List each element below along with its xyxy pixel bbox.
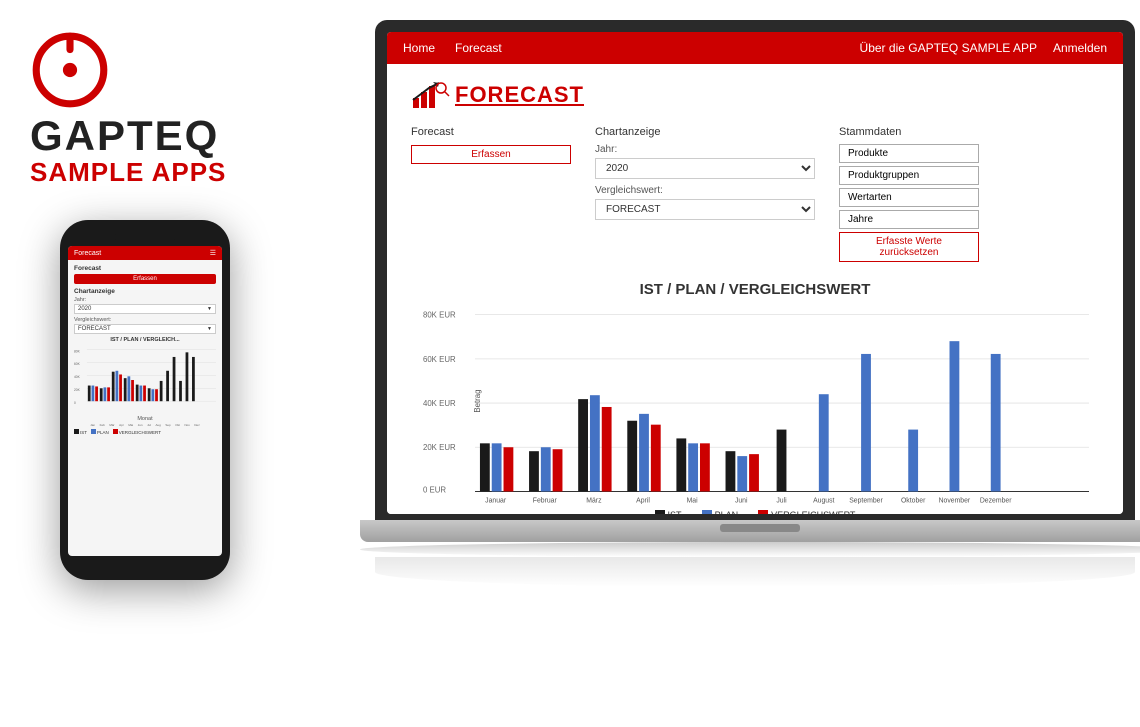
phone-menu-icon: ☰ [210, 249, 216, 257]
app-logo-row: FORECAST [411, 80, 1099, 110]
svg-text:20K EUR: 20K EUR [423, 443, 456, 452]
legend-ist: IST [655, 510, 682, 514]
phone-legend: IST PLAN VERGLEICHSWERT [74, 429, 216, 435]
svg-text:60K: 60K [74, 362, 81, 366]
chart-legend: IST PLAN VERGLEICHSWERT [411, 510, 1099, 514]
phone-forecast-label: Forecast [74, 265, 216, 272]
svg-text:Betrag: Betrag [473, 390, 482, 413]
forecast-section-label: Forecast [411, 126, 571, 138]
plan-color-box [702, 510, 712, 514]
phone-nav-title: Forecast [74, 250, 101, 257]
svg-text:0: 0 [74, 401, 76, 405]
main-chart-svg: 80K EUR 60K EUR 40K EUR 20K EUR 0 EUR Be… [421, 306, 1089, 506]
phone-erfassen-btn[interactable]: Erfassen [74, 274, 216, 284]
svg-text:Mai: Mai [687, 497, 699, 504]
svg-text:80K: 80K [74, 349, 81, 353]
laptop-shadow [360, 542, 1140, 557]
legend-plan: PLAN [702, 510, 739, 514]
legend-vergleich: VERGLEICHSWERT [758, 510, 855, 514]
brand-name: GAPTEQ [30, 115, 219, 157]
svg-text:September: September [849, 497, 883, 504]
nav-login[interactable]: Anmelden [1053, 41, 1107, 55]
nav-forecast[interactable]: Forecast [455, 41, 502, 55]
vergleich-select[interactable]: FORECAST PLAN [595, 199, 815, 220]
chartanzeige-label: Chartanzeige [595, 126, 815, 138]
produkte-btn[interactable]: Produkte [839, 144, 979, 163]
svg-text:Juli: Juli [776, 497, 787, 504]
stammdaten-label: Stammdaten [839, 126, 1099, 138]
form-col-forecast: Forecast Erfassen [411, 126, 571, 265]
svg-text:40K EUR: 40K EUR [423, 399, 456, 408]
nav-right: Über die GAPTEQ SAMPLE APP Anmelden [860, 41, 1107, 55]
phone-nav: Forecast ☰ [68, 246, 222, 260]
phone-screen: Forecast ☰ Forecast Erfassen Chartanzeig… [68, 246, 222, 556]
vergleich-label: VERGLEICHSWERT [771, 510, 855, 514]
svg-text:Juni: Juni [735, 497, 748, 504]
phone-jahr-select[interactable]: 2020 ▼ [74, 304, 216, 314]
app-logo-svg [411, 80, 451, 110]
phone-chart-area: 80K 60K 40K 20K 0 [74, 345, 216, 415]
svg-text:60K EUR: 60K EUR [423, 355, 456, 364]
svg-text:April: April [636, 497, 650, 504]
gapteq-logo-icon [30, 30, 110, 110]
laptop-screen-inner: Home Forecast Über die GAPTEQ SAMPLE APP… [387, 32, 1123, 514]
svg-text:20K: 20K [74, 388, 81, 392]
phone-chart-svg: 80K 60K 40K 20K 0 [74, 345, 216, 415]
ist-label: IST [668, 510, 682, 514]
svg-text:März: März [586, 497, 602, 504]
erfassen-btn[interactable]: Erfassen [411, 145, 571, 164]
svg-text:August: August [813, 497, 834, 504]
laptop-reflection [375, 557, 1135, 587]
phone-content: Forecast Erfassen Chartanzeige Jahr: 202… [68, 260, 222, 440]
form-col-chartanzeige: Chartanzeige Jahr: 2020 2019 2021 Vergle… [595, 126, 815, 265]
phone-monat-label: Monat [74, 416, 216, 422]
laptop-mockup: Home Forecast Über die GAPTEQ SAMPLE APP… [360, 20, 1140, 600]
svg-text:Dezember: Dezember [980, 497, 1012, 504]
laptop-base [360, 520, 1140, 542]
jahr-label: Jahr: [595, 144, 815, 155]
nav-about[interactable]: Über die GAPTEQ SAMPLE APP [860, 41, 1037, 55]
jahre-btn[interactable]: Jahre [839, 210, 979, 229]
ist-color-box [655, 510, 665, 514]
phone-jahr-label: Jahr: [74, 297, 216, 303]
logo-container: GAPTEQ SAMPLE APPS [30, 30, 226, 188]
produktgruppen-btn[interactable]: Produktgruppen [839, 166, 979, 185]
svg-text:Oktober: Oktober [901, 497, 926, 504]
app-logo-text: FORECAST [455, 82, 584, 108]
laptop-screen-outer: Home Forecast Über die GAPTEQ SAMPLE APP… [375, 20, 1135, 520]
svg-text:0 EUR: 0 EUR [423, 485, 446, 494]
phone-notch [115, 232, 175, 242]
wertarten-btn[interactable]: Wertarten [839, 188, 979, 207]
phone-chart-title: IST / PLAN / VERGLEICH... [74, 337, 216, 343]
vergleich-label: Vergleichswert: [595, 185, 815, 196]
jahr-select[interactable]: 2020 2019 2021 [595, 158, 815, 179]
svg-text:Januar: Januar [485, 497, 507, 504]
phone-vergleich-select[interactable]: FORECAST ▼ [74, 324, 216, 334]
plan-label: PLAN [715, 510, 739, 514]
app-navbar: Home Forecast Über die GAPTEQ SAMPLE APP… [387, 32, 1123, 64]
svg-text:November: November [939, 497, 971, 504]
svg-text:40K: 40K [74, 375, 81, 379]
app-body: FORECAST Forecast Erfassen Chartanzeige … [387, 64, 1123, 514]
app-form-grid: Forecast Erfassen Chartanzeige Jahr: 202… [411, 126, 1099, 265]
chart-container: 80K EUR 60K EUR 40K EUR 20K EUR 0 EUR Be… [421, 306, 1089, 506]
chart-title: IST / PLAN / VERGLEICHSWERT [411, 281, 1099, 298]
phone-chartanzeige-label: Chartanzeige [74, 288, 216, 295]
svg-text:80K EUR: 80K EUR [423, 311, 456, 320]
form-col-stammdaten: Stammdaten Produkte Produktgruppen Werta… [839, 126, 1099, 265]
nav-home[interactable]: Home [403, 41, 435, 55]
phone-vergleich-label: Vergleichswert: [74, 317, 216, 323]
svg-text:Februar: Februar [533, 497, 558, 504]
phone-mockup: Forecast ☰ Forecast Erfassen Chartanzeig… [60, 220, 230, 580]
reset-btn[interactable]: Erfasste Werte zurücksetzen [839, 232, 979, 262]
brand-tagline: SAMPLE APPS [30, 157, 226, 188]
vergleich-color-box [758, 510, 768, 514]
phone-months: JanFebMärAprMaiJunJulAugSepOktNovDez [74, 423, 216, 427]
